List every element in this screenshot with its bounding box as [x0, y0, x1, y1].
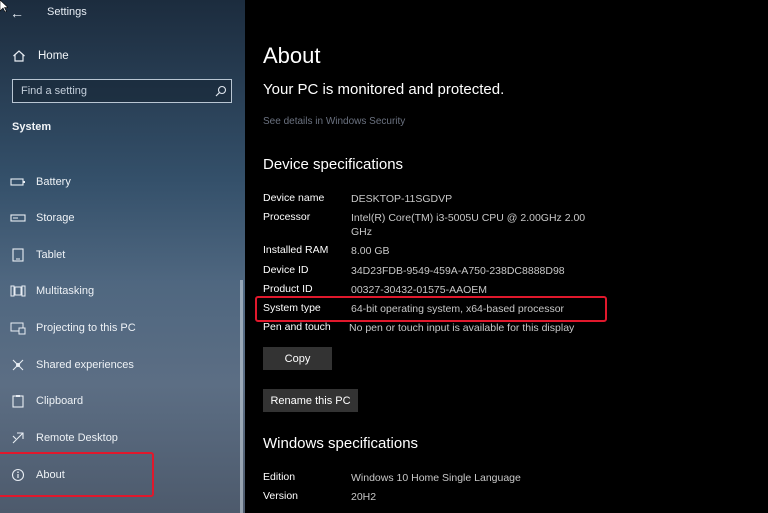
spec-value: DESKTOP-11SGDVP	[351, 193, 453, 205]
spec-row-processor: Processor Intel(R) Core(TM) i3-5005U CPU…	[263, 211, 603, 239]
remote-desktop-icon	[10, 430, 26, 446]
spec-label: Device ID	[263, 264, 309, 276]
spec-label: Processor	[263, 211, 311, 223]
search-icon[interactable]	[211, 80, 231, 102]
sidebar-item-label: Projecting to this PC	[36, 322, 136, 334]
spec-row-device-id: Device ID 34D23FDB-9549-459A-A750-238DC8…	[263, 264, 603, 278]
main-content: About Your PC is monitored and protected…	[245, 0, 768, 513]
spec-value: 8.00 GB	[351, 245, 390, 257]
sidebar-item-remote-desktop[interactable]: Remote Desktop	[10, 429, 118, 447]
section-title: System	[12, 121, 52, 133]
system-type-highlight-box	[255, 296, 607, 322]
sidebar-item-label: Shared experiences	[36, 359, 134, 371]
copy-button[interactable]: Copy	[263, 347, 332, 370]
spec-row-pen-and-touch: Pen and touch No pen or touch input is a…	[263, 321, 603, 335]
clipboard-icon	[10, 393, 26, 409]
spec-row-edition: Edition Windows 10 Home Single Language	[263, 471, 603, 485]
sidebar-item-label: Battery	[36, 176, 71, 188]
spec-label: Device name	[263, 192, 325, 204]
spec-value: 00327-30432-01575-AAOEM	[351, 284, 488, 296]
sidebar-item-label: Storage	[36, 212, 75, 224]
spec-value: 20H2	[351, 491, 377, 503]
back-arrow-icon[interactable]: ←	[10, 5, 24, 21]
window-title: Settings	[47, 6, 87, 18]
spec-row-device-name: Device name DESKTOP-11SGDVP	[263, 192, 603, 206]
sidebar-item-clipboard[interactable]: Clipboard	[10, 392, 83, 410]
home-label: Home	[38, 50, 69, 62]
sidebar-item-label: Tablet	[36, 249, 66, 261]
sidebar-item-label: Clipboard	[36, 395, 84, 407]
spec-label: Product ID	[263, 283, 313, 295]
sidebar-item-shared-experiences[interactable]: Shared experiences	[10, 356, 134, 374]
shared-experiences-icon	[10, 357, 26, 373]
device-specs-heading: Device specifications	[263, 156, 404, 173]
spec-value: 34D23FDB-9549-459A-A750-238DC8888D98	[351, 265, 565, 277]
spec-value: Windows 10 Home Single Language	[351, 472, 521, 484]
windows-specs-heading: Windows specifications	[263, 435, 419, 452]
multitasking-icon	[10, 283, 26, 299]
battery-icon	[10, 174, 26, 190]
spec-label: Installed RAM	[263, 244, 329, 256]
spec-row-version: Version 20H2	[263, 490, 603, 504]
sidebar-scrollbar[interactable]	[240, 280, 243, 513]
projecting-icon	[10, 320, 26, 336]
search-input[interactable]	[13, 80, 211, 102]
home-icon	[10, 47, 28, 65]
spec-label: Version	[263, 490, 299, 502]
sidebar-item-label: Multitasking	[36, 285, 95, 297]
security-link[interactable]: See details in Windows Security	[263, 116, 405, 127]
tablet-icon	[10, 247, 26, 263]
about-highlight-box	[0, 452, 154, 497]
page-title: About	[263, 43, 321, 68]
rename-pc-button[interactable]: Rename this PC	[263, 389, 358, 412]
sidebar: ← Settings Home System Battery Storage T…	[0, 0, 245, 513]
search-box[interactable]	[12, 79, 232, 103]
title-bar: ← Settings	[0, 0, 245, 28]
spec-label: Pen and touch	[263, 321, 331, 333]
spec-value: No pen or touch input is available for t…	[348, 322, 575, 334]
sidebar-item-label: Remote Desktop	[36, 432, 118, 444]
spec-row-installed-ram: Installed RAM 8.00 GB	[263, 244, 603, 258]
mouse-cursor-icon	[0, 0, 8, 12]
spec-label: Edition	[263, 471, 296, 483]
spec-value: Intel(R) Core(TM) i3-5005U CPU @ 2.00GHz…	[351, 212, 586, 238]
sidebar-item-projecting[interactable]: Projecting to this PC	[10, 319, 136, 337]
sidebar-item-tablet[interactable]: Tablet	[10, 246, 65, 264]
sidebar-item-storage[interactable]: Storage	[10, 209, 75, 227]
protection-status: Your PC is monitored and protected.	[263, 81, 505, 98]
home-nav-item[interactable]: Home	[10, 47, 69, 65]
storage-icon	[10, 210, 26, 226]
spec-row-product-id: Product ID 00327-30432-01575-AAOEM	[263, 283, 603, 297]
sidebar-item-battery[interactable]: Battery	[10, 173, 71, 191]
sidebar-item-multitasking[interactable]: Multitasking	[10, 282, 94, 300]
